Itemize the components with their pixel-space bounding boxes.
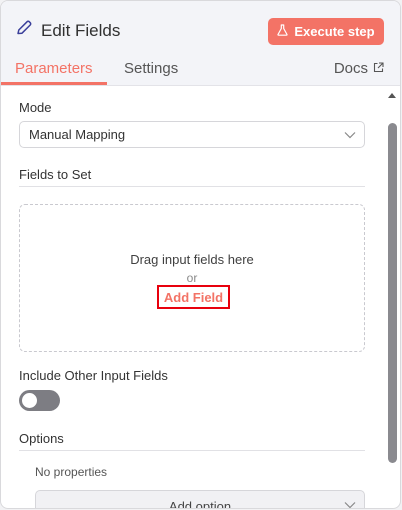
panel-title: Edit Fields — [41, 20, 121, 40]
title-row: Edit Fields — [15, 19, 120, 42]
or-separator: or — [186, 271, 198, 285]
scroll-up-arrow-icon[interactable] — [388, 93, 396, 98]
mode-value: Manual Mapping — [29, 127, 126, 142]
panel-header: Edit Fields Execute step Parameters Sett… — [1, 1, 400, 86]
external-link-icon — [373, 60, 384, 77]
include-other-fields-toggle[interactable] — [19, 390, 60, 411]
drag-instruction: Drag input fields here — [130, 252, 254, 267]
docs-label: Docs — [333, 60, 368, 77]
execute-step-label: Execute step — [294, 24, 375, 39]
mode-label: Mode — [19, 100, 52, 115]
pencil-icon — [15, 19, 33, 42]
active-tab-indicator — [1, 82, 107, 85]
execute-step-button[interactable]: Execute step — [268, 18, 384, 45]
options-divider — [19, 450, 365, 451]
no-properties-text: No properties — [35, 465, 108, 479]
options-label: Options — [19, 431, 64, 446]
docs-link[interactable]: Docs — [334, 60, 384, 77]
flask-icon — [277, 24, 289, 39]
include-other-fields-label: Include Other Input Fields — [19, 368, 168, 383]
mode-select[interactable]: Manual Mapping — [19, 121, 365, 148]
tab-settings[interactable]: Settings — [124, 60, 178, 77]
edit-fields-panel: Edit Fields Execute step Parameters Sett… — [0, 0, 401, 509]
toggle-knob — [22, 393, 37, 408]
add-option-label: Add option — [168, 499, 232, 509]
section-divider — [19, 186, 365, 187]
scroll-thumb[interactable] — [388, 123, 397, 463]
add-option-select[interactable]: Add option — [35, 490, 365, 509]
fields-to-set-label: Fields to Set — [19, 167, 92, 182]
fields-dropzone[interactable]: Drag input fields here or Add Field — [19, 204, 365, 352]
add-field-button[interactable]: Add Field — [157, 285, 230, 309]
vertical-scrollbar[interactable] — [385, 85, 400, 508]
tab-parameters[interactable]: Parameters — [15, 60, 93, 77]
